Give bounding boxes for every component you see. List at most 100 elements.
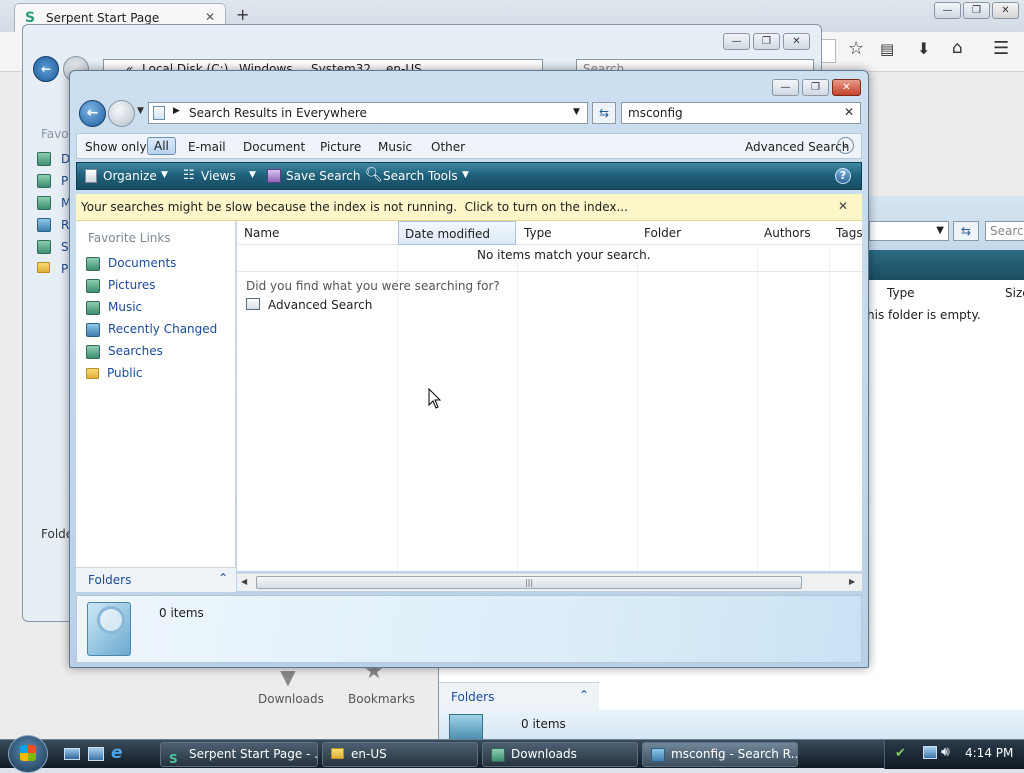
command-toolbar: Organize ▼ ☷ Views ▼ Save Search 🔍︎ Sear… — [76, 162, 862, 190]
second-address-bar[interactable]: ▼ — [869, 221, 949, 241]
show-desktop-icon[interactable] — [64, 748, 80, 760]
favorite-link-documents[interactable]: Documents — [86, 256, 176, 271]
close-tab-icon[interactable]: ✕ — [205, 10, 215, 24]
second-folders-bar[interactable]: Folders ⌃ — [439, 682, 599, 710]
search-folder-icon — [153, 106, 165, 120]
address-dropdown-icon[interactable]: ▼ — [573, 107, 580, 117]
menu-icon[interactable]: ☰ — [993, 38, 1009, 59]
favorite-link-pictures[interactable]: Pictures — [86, 278, 156, 293]
filter-other[interactable]: Other — [431, 140, 465, 154]
column-divider — [757, 221, 758, 571]
filter-music[interactable]: Music — [378, 140, 412, 154]
second-refresh-button[interactable]: ⇆ — [953, 221, 979, 241]
horizontal-scrollbar[interactable]: ◀ ||| ▶ — [237, 573, 862, 591]
organize-dropdown-icon[interactable]: ▼ — [161, 170, 168, 180]
advanced-search-link-icon — [246, 298, 260, 310]
folders-bar[interactable]: Folders ⌃ — [76, 567, 236, 592]
folders-label: Folders — [88, 573, 132, 587]
search-box[interactable]: msconfig ✕ — [621, 102, 861, 124]
scroll-right-icon[interactable]: ▶ — [849, 577, 855, 586]
address-bar[interactable]: ▶ Search Results in Everywhere ▼ — [148, 102, 588, 124]
favorite-link-recently-changed[interactable]: Recently Changed — [86, 322, 217, 337]
chevron-up-icon: ⌃ — [579, 688, 590, 702]
volume-icon[interactable]: 🔊︎ — [941, 744, 950, 760]
taskbar-button-msconfig[interactable]: msconfig - Search R... — [642, 742, 798, 767]
forward-button[interactable] — [108, 100, 135, 127]
security-shield-icon[interactable]: ✔ — [895, 746, 906, 761]
close-button[interactable]: ✕ — [992, 2, 1019, 19]
maximize-button[interactable]: ❐ — [802, 79, 829, 96]
minimize-button[interactable]: — — [772, 79, 799, 96]
home-icon[interactable]: ⌂ — [952, 38, 963, 58]
back-button[interactable]: ← — [79, 100, 106, 127]
favorite-link-searches[interactable]: Searches — [86, 344, 163, 359]
maximize-button[interactable]: ❐ — [753, 33, 780, 50]
new-tab-button[interactable]: + — [236, 5, 249, 24]
advanced-search-toggle[interactable]: Advanced Search — [745, 140, 849, 154]
download-icon[interactable]: ⬇ — [917, 39, 930, 58]
group-separator — [237, 271, 862, 272]
favorite-link-music[interactable]: Music — [86, 300, 142, 315]
col-authors[interactable]: Authors — [764, 226, 811, 240]
favorite-link-label: Pictures — [108, 278, 156, 292]
filter-all[interactable]: All — [147, 137, 176, 155]
help-icon[interactable]: ? — [835, 168, 851, 184]
col-tags[interactable]: Tags — [836, 226, 863, 240]
col-type[interactable]: Type — [524, 226, 552, 240]
recent-pages-icon[interactable]: ▼ — [137, 106, 144, 116]
taskbar-button-serpent[interactable]: S Serpent Start Page - ... — [160, 742, 318, 767]
folder-icon — [331, 748, 344, 759]
search-tools-dropdown-icon[interactable]: ▼ — [462, 170, 469, 180]
search-window[interactable]: — ❐ ✕ ← ▼ ▶ Search Results in Everywhere… — [69, 70, 869, 668]
network-icon[interactable] — [923, 746, 937, 759]
save-search-button[interactable]: Save Search — [286, 169, 361, 183]
close-info-bar-icon[interactable]: ✕ — [838, 199, 848, 213]
search-results-icon — [651, 748, 665, 762]
background-sidebar-header: Favo — [41, 127, 69, 141]
taskbar-button-downloads[interactable]: Downloads — [482, 742, 638, 767]
minimize-button[interactable]: — — [934, 2, 961, 19]
organize-button[interactable]: Organize — [103, 169, 157, 183]
column-divider — [517, 221, 518, 571]
reader-icon[interactable]: ▤ — [880, 40, 894, 58]
launcher-bookmarks[interactable]: ★ Bookmarks — [340, 659, 416, 715]
close-button[interactable]: ✕ — [783, 33, 810, 50]
maximize-button[interactable]: ❐ — [963, 2, 990, 19]
second-col-type[interactable]: Type — [887, 286, 915, 300]
clear-search-icon[interactable]: ✕ — [844, 105, 854, 119]
scrollbar-thumb[interactable]: ||| — [256, 576, 802, 589]
filter-picture[interactable]: Picture — [320, 140, 361, 154]
filter-document[interactable]: Document — [243, 140, 305, 154]
bookmark-star-icon[interactable]: ☆ — [848, 38, 864, 59]
minimize-button[interactable]: — — [723, 33, 750, 50]
advanced-search-link[interactable]: Advanced Search — [268, 298, 373, 312]
views-dropdown-icon[interactable]: ▼ — [249, 170, 256, 180]
internet-explorer-icon[interactable]: e — [111, 743, 123, 763]
file-list[interactable]: Name Date modified Type Folder Authors T… — [237, 221, 863, 571]
index-info-bar[interactable]: Your searches might be slow because the … — [76, 194, 862, 221]
breadcrumb-arrow-icon[interactable]: ▶ — [173, 106, 180, 116]
col-date-modified[interactable]: Date modified — [398, 221, 516, 245]
back-button[interactable]: ← — [33, 56, 59, 82]
search-tools-button[interactable]: Search Tools — [383, 169, 458, 183]
chevron-down-icon[interactable]: ⌄ — [837, 137, 854, 154]
views-button[interactable]: Views — [201, 169, 236, 183]
clock[interactable]: 4:14 PM — [965, 746, 1013, 760]
taskbar-button-en-us[interactable]: en-US — [322, 742, 478, 767]
refresh-button[interactable]: ⇆ — [592, 102, 616, 124]
recently-changed-icon — [86, 322, 100, 337]
second-col-size[interactable]: Size — [1005, 286, 1024, 300]
scroll-left-icon[interactable]: ◀ — [241, 577, 247, 586]
col-name[interactable]: Name — [244, 226, 279, 240]
second-search-box[interactable]: Search — [985, 221, 1024, 241]
switch-windows-icon[interactable] — [88, 747, 104, 761]
browser-window-controls: — ❐ ✕ — [934, 2, 1022, 20]
background-sidebar-letter: P — [61, 174, 69, 188]
filter-email[interactable]: E-mail — [188, 140, 226, 154]
favorite-link-public[interactable]: Public — [86, 366, 143, 380]
launcher-downloads[interactable]: ▼ Downloads — [250, 665, 326, 715]
col-folder[interactable]: Folder — [644, 226, 681, 240]
close-button[interactable]: ✕ — [832, 79, 861, 96]
documents-icon — [86, 256, 100, 271]
address-text: Search Results in Everywhere — [189, 106, 367, 120]
